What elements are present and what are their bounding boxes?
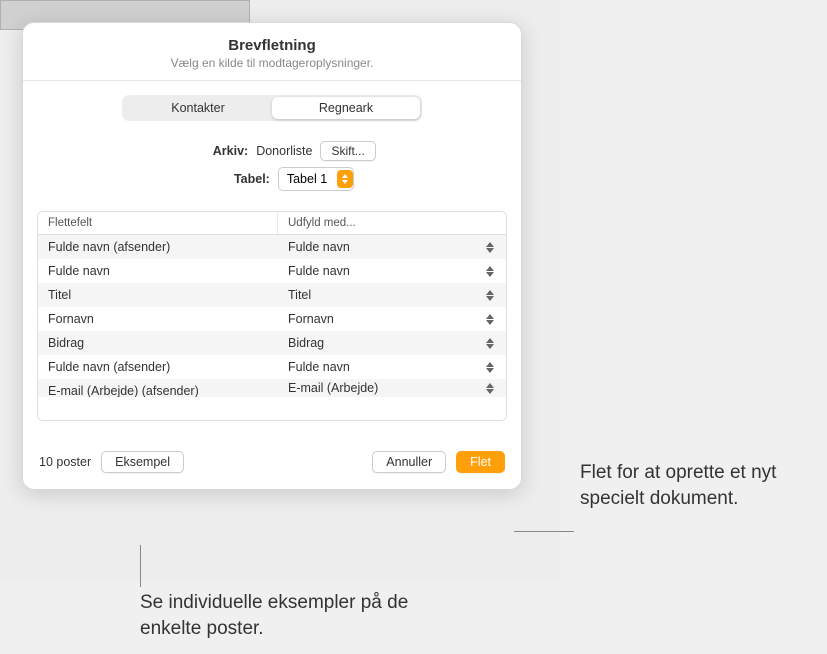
dialog-header: Brevfletning Vælg en kilde til modtagero… xyxy=(23,23,521,81)
field-cell: Fulde navn xyxy=(38,259,278,283)
table-row-select: Tabel: Tabel 1 xyxy=(23,167,521,191)
source-tabs: Kontakter Regneark xyxy=(23,81,521,131)
table-select[interactable]: Tabel 1 xyxy=(278,167,354,191)
col-fill-with[interactable]: Udfyld med... xyxy=(278,212,506,234)
updown-icon xyxy=(484,314,496,325)
fill-value: Bidrag xyxy=(288,336,324,350)
preview-button[interactable]: Eksempel xyxy=(101,451,184,473)
merge-fields-table: Flettefelt Udfyld med... Fulde navn (afs… xyxy=(37,211,507,421)
fill-value: Fulde navn xyxy=(288,240,350,254)
callout-line xyxy=(140,545,141,587)
table-row: Fulde navn (afsender) Fulde navn xyxy=(38,235,506,259)
fill-cell[interactable]: Fulde navn xyxy=(278,355,506,379)
updown-icon xyxy=(484,266,496,277)
record-count: 10 poster xyxy=(39,455,91,469)
col-merge-field[interactable]: Flettefelt xyxy=(38,212,278,234)
fill-cell[interactable]: Bidrag xyxy=(278,331,506,355)
table-row: Titel Titel xyxy=(38,283,506,307)
archive-label: Arkiv: xyxy=(168,144,248,158)
mail-merge-dialog: Brevfletning Vælg en kilde til modtagero… xyxy=(22,22,522,490)
dialog-title: Brevfletning xyxy=(43,37,501,54)
updown-icon xyxy=(484,242,496,253)
table-row: Bidrag Bidrag xyxy=(38,331,506,355)
tab-contacts[interactable]: Kontakter xyxy=(124,97,272,119)
updown-icon xyxy=(484,362,496,373)
fill-value: Fulde navn xyxy=(288,360,350,374)
fill-cell[interactable]: Titel xyxy=(278,283,506,307)
table-select-value: Tabel 1 xyxy=(287,172,327,186)
updown-icon xyxy=(484,290,496,301)
archive-row: Arkiv: Donorliste Skift... xyxy=(23,141,521,161)
table-row: Fulde navn Fulde navn xyxy=(38,259,506,283)
table-label: Tabel: xyxy=(190,172,270,186)
tab-spreadsheet[interactable]: Regneark xyxy=(272,97,420,119)
field-cell: Fulde navn (afsender) xyxy=(38,235,278,259)
segmented-control: Kontakter Regneark xyxy=(122,95,422,121)
field-cell: Bidrag xyxy=(38,331,278,355)
table-row: E-mail (Arbejde) (afsender) E-mail (Arbe… xyxy=(38,379,506,397)
change-button[interactable]: Skift... xyxy=(320,141,375,161)
field-cell: Titel xyxy=(38,283,278,307)
field-cell: E-mail (Arbejde) (afsender) xyxy=(38,379,278,397)
fill-value: Fulde navn xyxy=(288,264,350,278)
updown-icon xyxy=(484,383,496,394)
archive-value: Donorliste xyxy=(256,144,312,158)
updown-icon xyxy=(337,170,353,188)
cancel-button[interactable]: Annuller xyxy=(372,451,446,473)
field-cell: Fulde navn (afsender) xyxy=(38,355,278,379)
field-cell: Fornavn xyxy=(38,307,278,331)
fill-cell[interactable]: Fulde navn xyxy=(278,235,506,259)
table-body: Fulde navn (afsender) Fulde navn Fulde n… xyxy=(38,235,506,417)
fill-cell[interactable]: Fornavn xyxy=(278,307,506,331)
fill-value: Fornavn xyxy=(288,312,334,326)
fill-value: E-mail (Arbejde) xyxy=(288,381,378,395)
callout-preview: Se individuelle eksempler på de enkelte … xyxy=(140,590,440,641)
table-header: Flettefelt Udfyld med... xyxy=(38,212,506,235)
dialog-footer: 10 poster Eksempel Annuller Flet xyxy=(23,421,521,489)
source-form: Arkiv: Donorliste Skift... Tabel: Tabel … xyxy=(23,131,521,211)
fill-cell[interactable]: E-mail (Arbejde) xyxy=(278,379,506,397)
callout-line xyxy=(514,531,574,532)
table-row: Fornavn Fornavn xyxy=(38,307,506,331)
table-row: Fulde navn (afsender) Fulde navn xyxy=(38,355,506,379)
dialog-subtitle: Vælg en kilde til modtageroplysninger. xyxy=(43,56,501,70)
updown-icon xyxy=(484,338,496,349)
callout-merge: Flet for at oprette et nyt specielt doku… xyxy=(580,460,810,511)
merge-button[interactable]: Flet xyxy=(456,451,505,473)
fill-cell[interactable]: Fulde navn xyxy=(278,259,506,283)
fill-value: Titel xyxy=(288,288,311,302)
